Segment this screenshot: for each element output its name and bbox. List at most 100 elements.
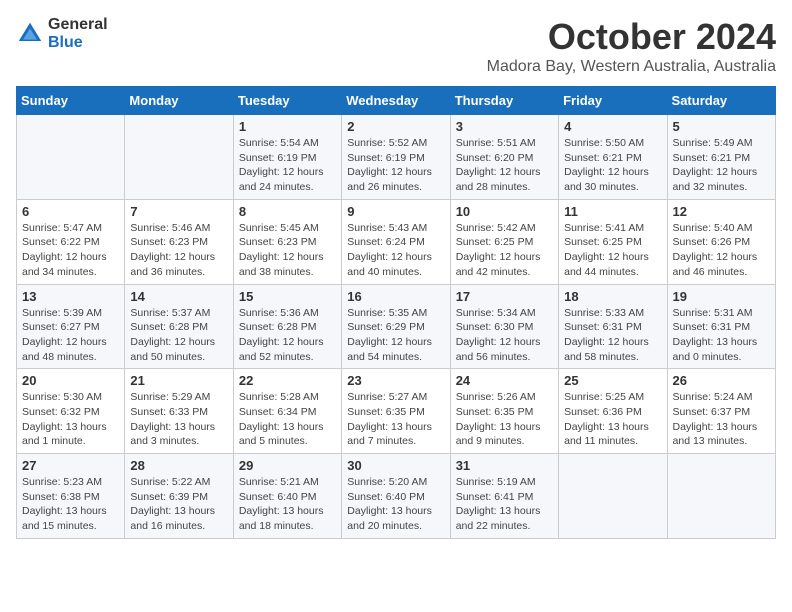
day-info: Sunrise: 5:26 AM Sunset: 6:35 PM Dayligh…: [456, 390, 553, 449]
calendar-cell: [17, 115, 125, 200]
day-number: 20: [22, 373, 119, 388]
day-info: Sunrise: 5:54 AM Sunset: 6:19 PM Dayligh…: [239, 136, 336, 195]
calendar-week-2: 6 Sunrise: 5:47 AM Sunset: 6:22 PM Daylig…: [17, 199, 776, 284]
day-info: Sunrise: 5:24 AM Sunset: 6:37 PM Dayligh…: [673, 390, 770, 449]
calendar-cell: 18 Sunrise: 5:33 AM Sunset: 6:31 PM Dayli…: [559, 284, 667, 369]
calendar-cell: 2 Sunrise: 5:52 AM Sunset: 6:19 PM Daylig…: [342, 115, 450, 200]
location-title: Madora Bay, Western Australia, Australia: [487, 58, 776, 76]
calendar-week-1: 1 Sunrise: 5:54 AM Sunset: 6:19 PM Daylig…: [17, 115, 776, 200]
day-info: Sunrise: 5:40 AM Sunset: 6:26 PM Dayligh…: [673, 221, 770, 280]
calendar-cell: 20 Sunrise: 5:30 AM Sunset: 6:32 PM Dayli…: [17, 369, 125, 454]
weekday-header-monday: Monday: [125, 87, 233, 115]
calendar-cell: [559, 454, 667, 539]
day-info: Sunrise: 5:27 AM Sunset: 6:35 PM Dayligh…: [347, 390, 444, 449]
title-block: October 2024 Madora Bay, Western Austral…: [487, 16, 776, 76]
calendar-cell: 14 Sunrise: 5:37 AM Sunset: 6:28 PM Dayli…: [125, 284, 233, 369]
calendar-cell: 13 Sunrise: 5:39 AM Sunset: 6:27 PM Dayli…: [17, 284, 125, 369]
calendar-cell: 26Sunrise: 5:24 AM Sunset: 6:37 PM Dayli…: [667, 369, 775, 454]
day-info: Sunrise: 5:34 AM Sunset: 6:30 PM Dayligh…: [456, 306, 553, 365]
day-number: 27: [22, 458, 119, 473]
calendar-week-5: 27Sunrise: 5:23 AM Sunset: 6:38 PM Dayli…: [17, 454, 776, 539]
calendar-cell: 22 Sunrise: 5:28 AM Sunset: 6:34 PM Dayli…: [233, 369, 341, 454]
day-number: 16: [347, 289, 444, 304]
logo-icon: [16, 20, 44, 48]
weekday-header-row: SundayMondayTuesdayWednesdayThursdayFrid…: [17, 87, 776, 115]
logo-text: General Blue: [48, 16, 108, 51]
day-info: Sunrise: 5:41 AM Sunset: 6:25 PM Dayligh…: [564, 221, 661, 280]
calendar-cell: 11 Sunrise: 5:41 AM Sunset: 6:25 PM Dayli…: [559, 199, 667, 284]
day-info: Sunrise: 5:20 AM Sunset: 6:40 PM Dayligh…: [347, 475, 444, 534]
calendar-cell: 5Sunrise: 5:49 AM Sunset: 6:21 PM Daylig…: [667, 115, 775, 200]
day-number: 17: [456, 289, 553, 304]
weekday-header-sunday: Sunday: [17, 87, 125, 115]
calendar-cell: 21 Sunrise: 5:29 AM Sunset: 6:33 PM Dayli…: [125, 369, 233, 454]
day-number: 7: [130, 204, 227, 219]
month-title: October 2024: [487, 16, 776, 58]
weekday-header-wednesday: Wednesday: [342, 87, 450, 115]
calendar-cell: 8Sunrise: 5:45 AM Sunset: 6:23 PM Daylig…: [233, 199, 341, 284]
calendar-cell: 10 Sunrise: 5:42 AM Sunset: 6:25 PM Dayli…: [450, 199, 558, 284]
day-info: Sunrise: 5:22 AM Sunset: 6:39 PM Dayligh…: [130, 475, 227, 534]
day-number: 29: [239, 458, 336, 473]
calendar-week-3: 13 Sunrise: 5:39 AM Sunset: 6:27 PM Dayli…: [17, 284, 776, 369]
calendar-cell: 3 Sunrise: 5:51 AM Sunset: 6:20 PM Daylig…: [450, 115, 558, 200]
day-number: 21: [130, 373, 227, 388]
day-number: 15: [239, 289, 336, 304]
calendar-cell: 7Sunrise: 5:46 AM Sunset: 6:23 PM Daylig…: [125, 199, 233, 284]
calendar-cell: 29 Sunrise: 5:21 AM Sunset: 6:40 PM Dayli…: [233, 454, 341, 539]
day-number: 25: [564, 373, 661, 388]
day-info: Sunrise: 5:30 AM Sunset: 6:32 PM Dayligh…: [22, 390, 119, 449]
calendar-table: SundayMondayTuesdayWednesdayThursdayFrid…: [16, 86, 776, 539]
day-number: 13: [22, 289, 119, 304]
day-number: 1: [239, 119, 336, 134]
calendar-cell: 27Sunrise: 5:23 AM Sunset: 6:38 PM Dayli…: [17, 454, 125, 539]
day-info: Sunrise: 5:21 AM Sunset: 6:40 PM Dayligh…: [239, 475, 336, 534]
day-info: Sunrise: 5:39 AM Sunset: 6:27 PM Dayligh…: [22, 306, 119, 365]
day-info: Sunrise: 5:29 AM Sunset: 6:33 PM Dayligh…: [130, 390, 227, 449]
calendar-cell: 25 Sunrise: 5:25 AM Sunset: 6:36 PM Dayli…: [559, 369, 667, 454]
logo-general-text: General: [48, 16, 108, 34]
day-info: Sunrise: 5:28 AM Sunset: 6:34 PM Dayligh…: [239, 390, 336, 449]
day-number: 22: [239, 373, 336, 388]
day-number: 28: [130, 458, 227, 473]
day-number: 8: [239, 204, 336, 219]
weekday-header-thursday: Thursday: [450, 87, 558, 115]
day-number: 10: [456, 204, 553, 219]
day-number: 11: [564, 204, 661, 219]
day-number: 18: [564, 289, 661, 304]
day-number: 2: [347, 119, 444, 134]
day-info: Sunrise: 5:36 AM Sunset: 6:28 PM Dayligh…: [239, 306, 336, 365]
day-number: 5: [673, 119, 770, 134]
day-info: Sunrise: 5:33 AM Sunset: 6:31 PM Dayligh…: [564, 306, 661, 365]
day-info: Sunrise: 5:51 AM Sunset: 6:20 PM Dayligh…: [456, 136, 553, 195]
calendar-cell: [125, 115, 233, 200]
day-number: 3: [456, 119, 553, 134]
day-number: 9: [347, 204, 444, 219]
day-number: 4: [564, 119, 661, 134]
day-info: Sunrise: 5:19 AM Sunset: 6:41 PM Dayligh…: [456, 475, 553, 534]
calendar-cell: 19Sunrise: 5:31 AM Sunset: 6:31 PM Dayli…: [667, 284, 775, 369]
day-info: Sunrise: 5:52 AM Sunset: 6:19 PM Dayligh…: [347, 136, 444, 195]
calendar-header: SundayMondayTuesdayWednesdayThursdayFrid…: [17, 87, 776, 115]
weekday-header-friday: Friday: [559, 87, 667, 115]
calendar-cell: 9 Sunrise: 5:43 AM Sunset: 6:24 PM Daylig…: [342, 199, 450, 284]
day-number: 6: [22, 204, 119, 219]
day-info: Sunrise: 5:37 AM Sunset: 6:28 PM Dayligh…: [130, 306, 227, 365]
day-info: Sunrise: 5:31 AM Sunset: 6:31 PM Dayligh…: [673, 306, 770, 365]
day-info: Sunrise: 5:35 AM Sunset: 6:29 PM Dayligh…: [347, 306, 444, 365]
day-info: Sunrise: 5:25 AM Sunset: 6:36 PM Dayligh…: [564, 390, 661, 449]
logo-blue-text: Blue: [48, 34, 108, 52]
day-number: 14: [130, 289, 227, 304]
calendar-cell: 17 Sunrise: 5:34 AM Sunset: 6:30 PM Dayli…: [450, 284, 558, 369]
calendar-body: 1 Sunrise: 5:54 AM Sunset: 6:19 PM Daylig…: [17, 115, 776, 539]
day-number: 23: [347, 373, 444, 388]
logo: General Blue: [16, 16, 108, 51]
day-number: 12: [673, 204, 770, 219]
day-info: Sunrise: 5:43 AM Sunset: 6:24 PM Dayligh…: [347, 221, 444, 280]
page-header: General Blue October 2024 Madora Bay, We…: [16, 16, 776, 76]
day-info: Sunrise: 5:42 AM Sunset: 6:25 PM Dayligh…: [456, 221, 553, 280]
day-info: Sunrise: 5:47 AM Sunset: 6:22 PM Dayligh…: [22, 221, 119, 280]
calendar-cell: 23 Sunrise: 5:27 AM Sunset: 6:35 PM Dayli…: [342, 369, 450, 454]
weekday-header-tuesday: Tuesday: [233, 87, 341, 115]
day-number: 30: [347, 458, 444, 473]
